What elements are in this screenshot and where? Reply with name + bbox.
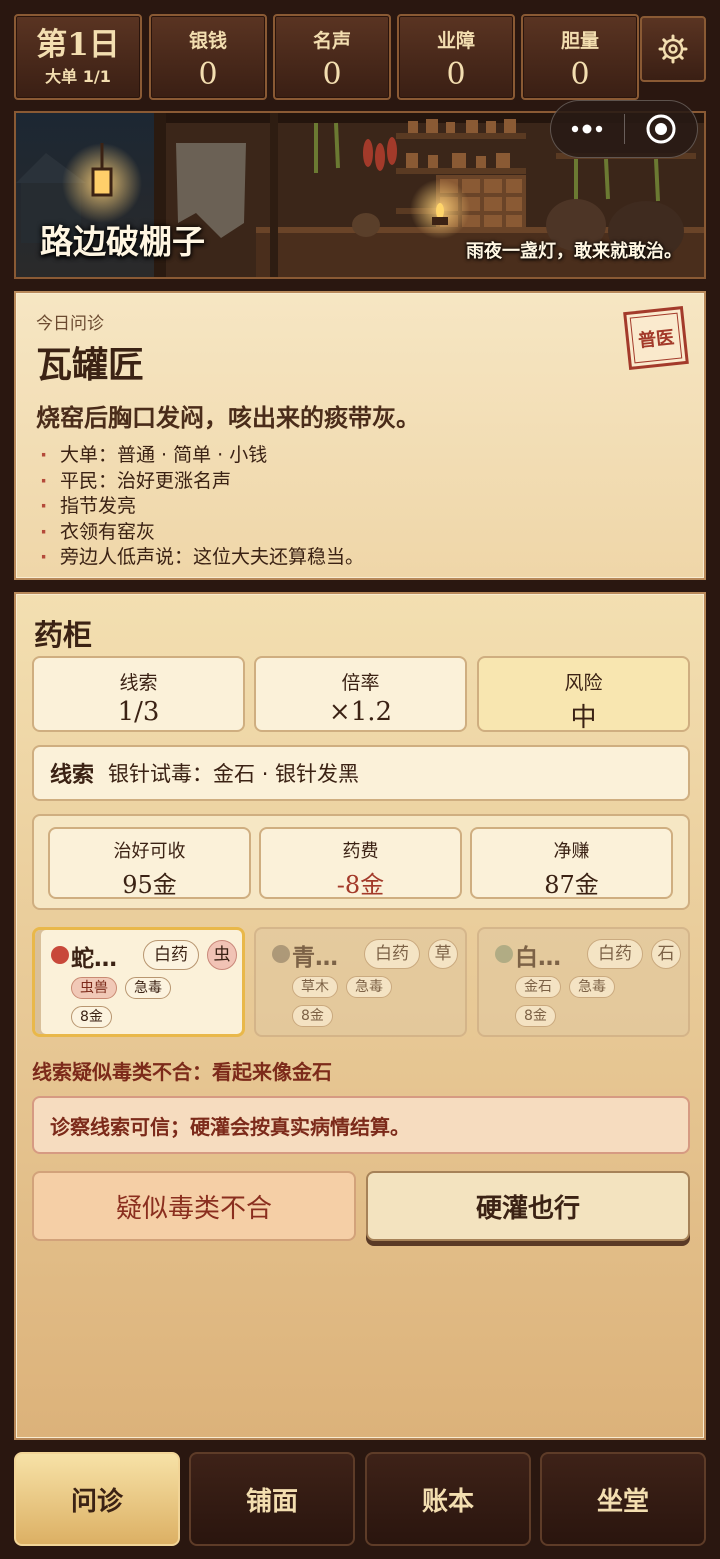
herb-tag: 金石 bbox=[515, 976, 561, 998]
stat-silver: 银钱 0 bbox=[149, 14, 267, 100]
herb-cost: 8金 bbox=[292, 1005, 333, 1027]
herb-tag: 急毒 bbox=[569, 976, 615, 998]
herb-type-tag: 白药 bbox=[143, 940, 199, 970]
box-value: 1/3 bbox=[117, 697, 160, 727]
stat-value: 0 bbox=[570, 57, 590, 92]
trait-item: 衣领有窑灰 bbox=[36, 520, 684, 546]
cure-income-box: 治好可收 95金 bbox=[48, 827, 251, 899]
net-profit-box: 净赚 87金 bbox=[470, 827, 673, 899]
miniprogram-capsule bbox=[550, 100, 698, 158]
herb-tag: 急毒 bbox=[125, 977, 171, 999]
tab-ledger[interactable]: 账本 bbox=[365, 1452, 531, 1546]
day-counter: 第1日 大单 1/1 bbox=[14, 14, 142, 100]
more-dots-icon bbox=[572, 124, 603, 134]
herb-category-badge: 虫 bbox=[207, 940, 237, 970]
patient-name: 瓦罐匠 bbox=[36, 344, 145, 386]
box-label: 线索 bbox=[119, 672, 158, 694]
herb-card-snake[interactable]: 蛇… 白药 虫 虫兽 急毒 8金 bbox=[32, 927, 245, 1037]
trait-item: 平民：治好更涨名声 bbox=[36, 469, 684, 495]
box-label: 净赚 bbox=[553, 841, 590, 862]
herb-card-white[interactable]: 白… 白药 石 金石 急毒 8金 bbox=[477, 927, 690, 1037]
patient-traits: 大单：普通 · 简单 · 小钱 平民：治好更涨名声 指节发亮 衣领有窑灰 旁边人… bbox=[36, 443, 684, 571]
box-value: ×1.2 bbox=[328, 697, 393, 727]
tab-shop[interactable]: 铺面 bbox=[189, 1452, 355, 1546]
herb-color-dot bbox=[272, 945, 290, 963]
stat-value: 0 bbox=[446, 57, 466, 92]
rank-stamp: 普医 bbox=[623, 306, 689, 370]
stat-courage: 胆量 0 bbox=[521, 14, 639, 100]
tab-consult[interactable]: 问诊 bbox=[14, 1452, 180, 1546]
patient-complaint: 烧窑后胸口发闷，咳出来的痰带灰。 bbox=[36, 404, 420, 432]
herb-name: 青… bbox=[292, 945, 338, 971]
box-label: 风险 bbox=[564, 672, 603, 694]
clue-label: 线索 bbox=[50, 763, 95, 788]
clue-row: 线索 银针试毒：金石 · 银针发黑 bbox=[32, 745, 690, 801]
settlement-note: 诊察线索可信；硬灌会按真实病情结算。 bbox=[32, 1096, 690, 1154]
stat-label: 业障 bbox=[436, 30, 475, 52]
herb-category-badge: 石 bbox=[651, 939, 681, 969]
stat-label: 胆量 bbox=[560, 30, 599, 52]
multiplier-box: 倍率 ×1.2 bbox=[254, 656, 467, 732]
herb-tag: 草木 bbox=[292, 976, 338, 998]
box-label: 治好可收 bbox=[113, 841, 186, 862]
stat-reputation: 名声 0 bbox=[273, 14, 391, 100]
stat-value: 0 bbox=[198, 57, 218, 92]
clue-count-box: 线索 1/3 bbox=[32, 656, 245, 732]
risk-box: 风险 中 bbox=[477, 656, 690, 733]
herb-tag: 虫兽 bbox=[71, 977, 117, 999]
cabinet-title: 药柜 bbox=[34, 618, 93, 652]
medicine-cost-box: 药费 -8金 bbox=[259, 827, 462, 899]
box-label: 药费 bbox=[342, 841, 379, 862]
trait-item: 旁边人低声说：这位大夫还算稳当。 bbox=[36, 545, 684, 571]
target-close-icon bbox=[646, 114, 676, 144]
herb-type-tag: 白药 bbox=[587, 939, 643, 969]
herb-name: 蛇… bbox=[71, 946, 117, 972]
trait-item: 大单：普通 · 简单 · 小钱 bbox=[36, 443, 684, 469]
close-miniprogram-button[interactable] bbox=[625, 101, 698, 157]
herb-type-tag: 白药 bbox=[364, 939, 420, 969]
gear-icon bbox=[658, 34, 688, 64]
trait-item: 指节发亮 bbox=[36, 494, 684, 520]
order-progress: 大单 1/1 bbox=[45, 67, 111, 86]
scene-subtitle: 雨夜一盏灯，敢来就敢治。 bbox=[466, 241, 682, 262]
today-label: 今日问诊 bbox=[36, 314, 104, 334]
box-value: -8金 bbox=[336, 871, 385, 899]
box-value: 中 bbox=[570, 703, 597, 733]
herb-cost: 8金 bbox=[71, 1006, 112, 1028]
medicine-cabinet-panel: 药柜 线索 1/3 倍率 ×1.2 风险 中 线索 银针试毒：金石 · 银针发黑… bbox=[14, 592, 706, 1440]
stat-karma: 业障 0 bbox=[397, 14, 515, 100]
herb-card-green[interactable]: 青… 白药 草 草木 急毒 8金 bbox=[254, 927, 467, 1037]
herb-color-dot bbox=[495, 945, 513, 963]
box-value: 87金 bbox=[544, 871, 599, 899]
herb-tag: 急毒 bbox=[346, 976, 392, 998]
herb-cost: 8金 bbox=[515, 1005, 556, 1027]
herb-color-dot bbox=[51, 946, 69, 964]
stamp-text: 普医 bbox=[637, 327, 676, 352]
box-value: 95金 bbox=[122, 871, 177, 899]
stat-label: 名声 bbox=[312, 30, 351, 52]
tab-clinic[interactable]: 坐堂 bbox=[540, 1452, 706, 1546]
earnings-panel: 治好可收 95金 药费 -8金 净赚 87金 bbox=[32, 814, 690, 910]
stat-value: 0 bbox=[322, 57, 342, 92]
herb-category-badge: 草 bbox=[428, 939, 458, 969]
settings-button[interactable] bbox=[640, 16, 706, 82]
more-button[interactable] bbox=[551, 101, 624, 157]
scene-title: 路边破棚子 bbox=[40, 222, 205, 261]
toxin-mismatch-warning: 线索疑似毒类不合：看起来像金石 bbox=[32, 1060, 332, 1084]
clue-text: 银针试毒：金石 · 银针发黑 bbox=[108, 762, 360, 786]
patient-card: 今日问诊 瓦罐匠 烧窑后胸口发闷，咳出来的痰带灰。 大单：普通 · 简单 · 小… bbox=[14, 291, 706, 580]
herb-name: 白… bbox=[515, 945, 561, 971]
box-label: 倍率 bbox=[341, 672, 380, 694]
stat-label: 银钱 bbox=[188, 30, 227, 52]
toxin-mismatch-button[interactable]: 疑似毒类不合 bbox=[32, 1171, 356, 1241]
day-label: 第1日 bbox=[36, 27, 120, 63]
force-feed-button[interactable]: 硬灌也行 bbox=[366, 1171, 690, 1241]
